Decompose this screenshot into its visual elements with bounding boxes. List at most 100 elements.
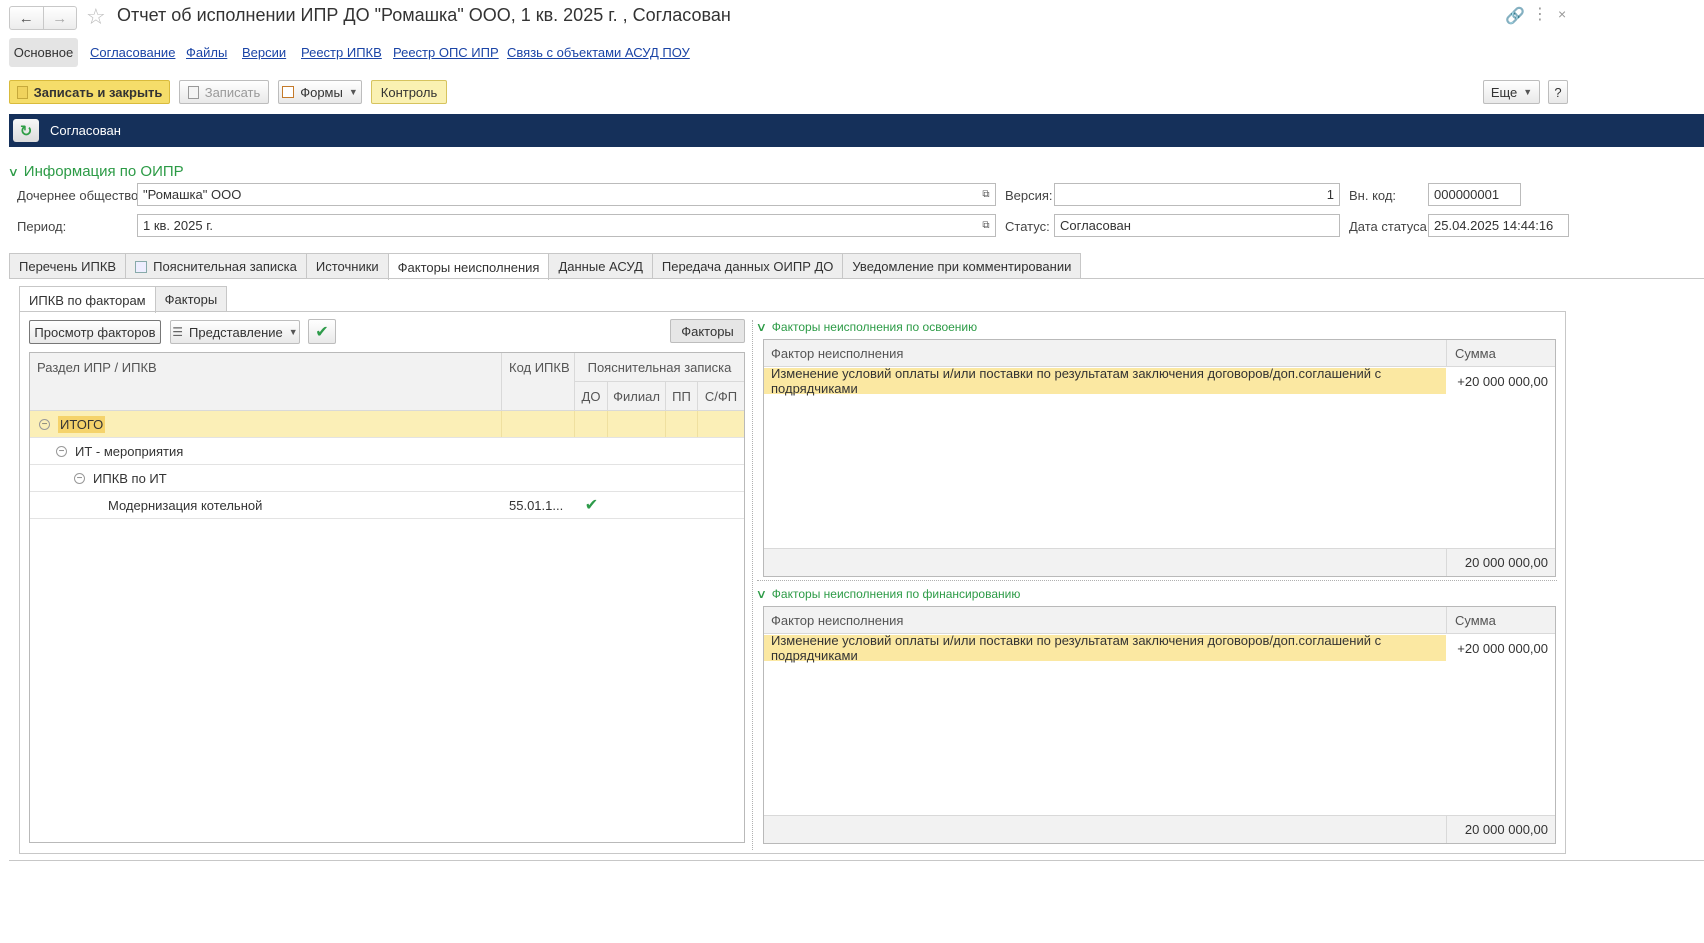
period-field[interactable]: 1 кв. 2025 г. ⧉ [137, 214, 996, 237]
apply-check-button[interactable]: ✔ [308, 319, 336, 344]
factor-row-name[interactable]: Изменение условий оплаты и/или поставки … [764, 633, 1447, 663]
col-header-pp[interactable]: ПП [666, 382, 698, 411]
forms-label: Формы [300, 84, 343, 100]
status-label: Статус: [1005, 219, 1050, 234]
window-title: Отчет об исполнении ИПР ДО "Ромашка" ООО… [117, 5, 731, 25]
row-name: ИПКВ по ИТ [93, 470, 167, 486]
save-and-close-label: Записать и закрыть [33, 84, 163, 100]
tab-data-transfer[interactable]: Передача данных ОИПР ДО [651, 253, 844, 279]
save-button[interactable]: Записать [179, 80, 269, 104]
col-header-factor[interactable]: Фактор неисполнения [764, 607, 1447, 634]
more-vertical-icon[interactable]: ⋮ [1532, 4, 1548, 24]
development-factors-header[interactable]: ∨ Факторы неисполнения по освоению [755, 320, 978, 334]
open-icon[interactable]: ⧉ [979, 188, 993, 201]
section-link-ipkv-registry[interactable]: Реестр ИПКВ [301, 45, 382, 60]
factor-row-name[interactable]: Изменение условий оплаты и/или поставки … [764, 366, 1447, 396]
chevron-down-icon: ∨ [755, 320, 768, 334]
row-name: Модернизация котельной [108, 497, 263, 513]
forward-arrow-icon[interactable]: → [42, 7, 77, 29]
tab-asud-data[interactable]: Данные АСУД [548, 253, 653, 279]
factors-button[interactable]: Факторы [670, 319, 745, 343]
collapse-icon[interactable]: − [39, 418, 50, 430]
col-header-sum[interactable]: Сумма [1447, 340, 1555, 367]
refresh-icon[interactable]: ↻ [13, 119, 39, 142]
col-header-factor[interactable]: Фактор неисполнения [764, 340, 1447, 367]
subtab-bar: ИПКВ по факторам Факторы [19, 286, 228, 313]
favorite-star-icon[interactable]: ☆ [86, 4, 106, 30]
tabs-divider [9, 278, 1704, 279]
status-band-text: Согласован [50, 123, 121, 138]
section-link-approval[interactable]: Согласование [90, 45, 175, 60]
section-main[interactable]: Основное [9, 38, 78, 67]
status-date-field[interactable]: 25.04.2025 14:44:16 [1428, 214, 1569, 237]
subsidiary-field[interactable]: "Ромашка" ООО ⧉ [137, 183, 996, 206]
table-row[interactable]: − ИПКВ по ИТ [30, 465, 744, 492]
table-row[interactable]: Модернизация котельной 55.01.1... ✔ [30, 492, 744, 519]
financing-factors-header[interactable]: ∨ Факторы неисполнения по финансированию [756, 587, 1021, 601]
collapse-icon[interactable]: − [74, 472, 85, 484]
info-group-header[interactable]: ∨ Информация по ОИПР [7, 163, 184, 180]
section-link-ops-registry[interactable]: Реестр ОПС ИПР [393, 45, 499, 60]
save-and-close-button[interactable]: Записать и закрыть [9, 80, 170, 104]
row-name: ИТ - мероприятия [75, 443, 184, 459]
tab-comment-notification[interactable]: Уведомление при комментировании [842, 253, 1082, 279]
period-value: 1 кв. 2025 г. [143, 218, 213, 233]
tab-failure-factors[interactable]: Факторы неисполнения [387, 253, 550, 280]
help-button[interactable]: ? [1548, 80, 1568, 104]
table-row[interactable]: − ИТ - мероприятия [30, 438, 744, 465]
col-header-section[interactable]: Раздел ИПР / ИПКВ [30, 353, 502, 411]
forms-dropdown[interactable]: Формы ▼ [278, 80, 362, 104]
total-sum: 20 000 000,00 [1447, 548, 1555, 576]
row-code [502, 411, 575, 437]
more-label: Еще [1490, 84, 1518, 100]
tab-ipkv-list[interactable]: Перечень ИПКВ [9, 253, 127, 279]
collapse-icon[interactable]: − [56, 445, 67, 457]
back-arrow-icon[interactable]: ← [10, 7, 43, 29]
tree-view-icon: ☰ [172, 325, 184, 339]
development-factors-title: Факторы неисполнения по освоению [771, 320, 978, 334]
link-icon[interactable]: 🔗 [1505, 6, 1525, 26]
col-header-sum[interactable]: Сумма [1447, 607, 1555, 634]
development-factors-table: Фактор неисполнения Сумма Изменение усло… [763, 339, 1556, 577]
chevron-down-icon: ▼ [288, 327, 298, 337]
control-button[interactable]: Контроль [371, 80, 447, 104]
row-branch [608, 411, 666, 437]
checkmark-icon: ✔ [315, 323, 329, 341]
col-header-sfp[interactable]: С/ФП [698, 382, 744, 411]
view-factors-button[interactable]: Просмотр факторов [29, 320, 161, 344]
internal-code-label: Вн. код: [1349, 188, 1397, 203]
status-field[interactable]: Согласован [1054, 214, 1340, 237]
factor-row-sum[interactable]: +20 000 000,00 [1447, 635, 1555, 661]
tab-explanatory-note-label: Пояснительная записка [153, 259, 297, 274]
row-pp [666, 411, 698, 437]
print-forms-icon [282, 86, 295, 98]
section-link-files[interactable]: Файлы [186, 45, 227, 60]
version-field[interactable]: 1 [1054, 183, 1340, 206]
subtab-ipkv-by-factors[interactable]: ИПКВ по факторам [19, 286, 156, 313]
section-link-asud-objects[interactable]: Связь с объектами АСУД ПОУ [507, 45, 690, 60]
section-link-versions[interactable]: Версии [242, 45, 286, 60]
tab-sources[interactable]: Источники [305, 253, 389, 279]
subtab-factors[interactable]: Факторы [154, 286, 228, 312]
presentation-label: Представление [189, 324, 283, 340]
col-header-branch[interactable]: Филиал [608, 382, 666, 411]
open-icon[interactable]: ⧉ [979, 219, 993, 232]
table-row[interactable]: − ИТОГО [30, 411, 744, 438]
col-header-code[interactable]: Код ИПКВ [502, 353, 575, 411]
factor-row-sum[interactable]: +20 000 000,00 [1447, 368, 1555, 394]
chevron-down-icon: ∨ [7, 165, 20, 179]
ipkv-tree-table: Раздел ИПР / ИПКВ Код ИПКВ Пояснительная… [29, 352, 745, 843]
close-icon[interactable]: × [1558, 6, 1566, 22]
more-button[interactable]: Еще ▼ [1483, 80, 1540, 104]
tab-bar: Перечень ИПКВ Пояснительная записка Исто… [9, 253, 1082, 280]
presentation-dropdown[interactable]: ☰ Представление ▼ [170, 320, 300, 344]
save-doc-icon [16, 85, 28, 99]
financing-factors-title: Факторы неисполнения по финансированию [771, 587, 1021, 601]
panel-splitter[interactable] [752, 320, 753, 850]
row-sfp [698, 411, 744, 437]
col-header-do[interactable]: ДО [575, 382, 608, 411]
note-icon [135, 260, 148, 273]
status-band: ↻ Согласован [9, 114, 1704, 147]
internal-code-field[interactable]: 000000001 [1428, 183, 1521, 206]
tab-explanatory-note[interactable]: Пояснительная записка [125, 253, 307, 279]
